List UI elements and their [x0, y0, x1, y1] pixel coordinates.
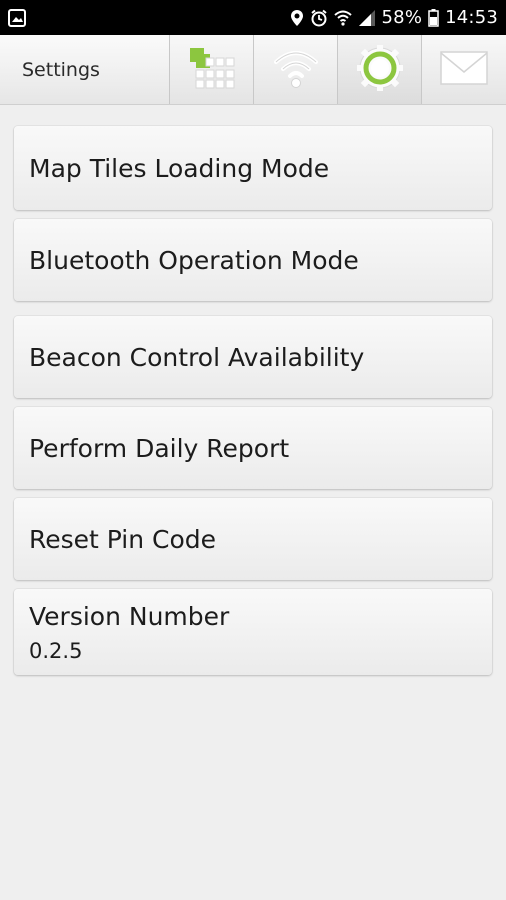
status-time: 14:53: [445, 7, 498, 28]
wifi-icon: [333, 9, 352, 27]
version-value: 0.2.5: [29, 638, 83, 663]
setting-label: Beacon Control Availability: [29, 342, 365, 372]
battery-percent: 58%: [381, 7, 423, 28]
setting-label: Reset Pin Code: [29, 524, 217, 554]
location-icon: [290, 9, 304, 27]
map-grid-icon: [188, 46, 236, 94]
tab-settings[interactable]: [338, 35, 422, 104]
alarm-icon: [310, 9, 328, 27]
image-icon: [8, 8, 26, 27]
setting-perform-daily-report[interactable]: Perform Daily Report: [14, 407, 492, 489]
battery-icon: [428, 8, 439, 27]
setting-label: Perform Daily Report: [29, 433, 290, 463]
signal-icon: [358, 9, 376, 27]
setting-map-tiles-loading-mode[interactable]: Map Tiles Loading Mode: [14, 126, 492, 210]
setting-label: Version Number: [29, 601, 230, 631]
setting-beacon-control-availability[interactable]: Beacon Control Availability: [14, 316, 492, 398]
status-bar: 58% 14:53: [0, 0, 506, 35]
tab-mail[interactable]: [422, 35, 506, 104]
page-title: Settings: [0, 35, 170, 104]
tab-wifi[interactable]: [254, 35, 338, 104]
setting-reset-pin-code[interactable]: Reset Pin Code: [14, 498, 492, 580]
setting-bluetooth-operation-mode[interactable]: Bluetooth Operation Mode: [14, 219, 492, 301]
setting-version-number: Version Number 0.2.5: [14, 589, 492, 675]
settings-gear-icon: [356, 44, 404, 96]
mail-icon: [439, 48, 489, 92]
setting-label: Map Tiles Loading Mode: [29, 153, 330, 183]
wifi-icon: [272, 46, 320, 94]
tab-map[interactable]: [170, 35, 254, 104]
settings-list: Map Tiles Loading Mode Bluetooth Operati…: [14, 126, 492, 675]
top-toolbar: Settings: [0, 35, 506, 105]
setting-label: Bluetooth Operation Mode: [29, 245, 359, 275]
